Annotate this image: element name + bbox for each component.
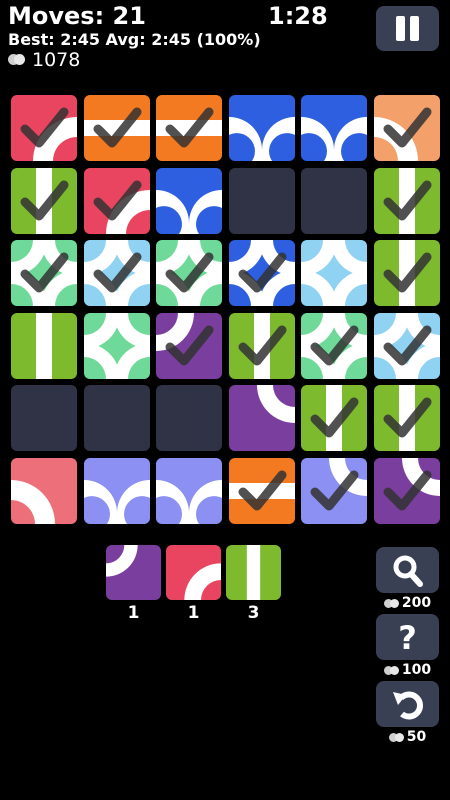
board-tile[interactable]: [373, 457, 440, 524]
best-time-stats: Best: 2:45 Avg: 2:45 (100%): [8, 30, 261, 49]
board-tile[interactable]: [11, 312, 77, 379]
board-tile[interactable]: [83, 167, 150, 234]
board-tile[interactable]: [156, 240, 222, 306]
empty-slot[interactable]: [11, 385, 77, 451]
board-tile[interactable]: [11, 240, 77, 306]
inventory-count: 1: [127, 603, 140, 623]
board-tile[interactable]: [156, 167, 222, 234]
coin-balance: 1078: [8, 49, 80, 71]
reveal-price: 100: [376, 662, 439, 678]
board-tile[interactable]: [373, 240, 440, 306]
coins-icon: [8, 53, 28, 67]
board-tile[interactable]: [228, 312, 295, 379]
board-tile[interactable]: [83, 312, 150, 379]
board-tile[interactable]: [228, 95, 295, 161]
empty-slot[interactable]: [83, 385, 150, 451]
coins-icon: [383, 665, 400, 676]
price-value: 200: [401, 595, 432, 611]
board-tile[interactable]: [228, 240, 295, 306]
price-value: 50: [406, 729, 427, 745]
hint-price: 200: [376, 595, 439, 611]
board-tile[interactable]: [83, 240, 150, 306]
pause-icon-bar: [410, 16, 419, 41]
undo-price: 50: [376, 729, 439, 745]
board-tile[interactable]: [156, 95, 222, 161]
moves-counter: Moves: 21: [8, 2, 146, 30]
board-tile[interactable]: [11, 95, 77, 161]
inventory-tile[interactable]: [106, 545, 161, 600]
pause-button[interactable]: [376, 6, 439, 51]
board-tile[interactable]: [301, 95, 367, 161]
board-tile[interactable]: [228, 457, 295, 524]
inventory-tile[interactable]: [166, 545, 221, 600]
reveal-button[interactable]: ?: [376, 614, 439, 660]
board-tile[interactable]: [11, 167, 77, 234]
coin-count: 1078: [32, 49, 81, 71]
board-tile[interactable]: [301, 457, 367, 524]
inventory-count: 3: [247, 603, 260, 623]
undo-button[interactable]: [376, 681, 439, 727]
empty-slot[interactable]: [301, 167, 367, 234]
board-tile[interactable]: [373, 167, 440, 234]
board-tile[interactable]: [373, 385, 440, 451]
board-tile[interactable]: [373, 312, 440, 379]
board-tile[interactable]: [373, 95, 440, 161]
pause-icon: [396, 16, 405, 41]
board-tile[interactable]: [83, 457, 150, 524]
board-tile[interactable]: [301, 240, 367, 306]
price-value: 100: [401, 662, 432, 678]
coins-icon: [383, 598, 400, 609]
svg-text:?: ?: [398, 619, 417, 657]
coins-icon: [388, 732, 405, 743]
board-tile[interactable]: [228, 385, 295, 451]
empty-slot[interactable]: [156, 385, 222, 451]
board-tile[interactable]: [83, 95, 150, 161]
board-tile[interactable]: [156, 312, 222, 379]
inventory-count: 1: [187, 603, 200, 623]
board-tile[interactable]: [11, 457, 77, 524]
empty-slot[interactable]: [228, 167, 295, 234]
board-tile[interactable]: [156, 457, 222, 524]
board-tile[interactable]: [301, 312, 367, 379]
inventory-tile[interactable]: [226, 545, 281, 600]
hint-button[interactable]: [376, 547, 439, 593]
board-tile[interactable]: [301, 385, 367, 451]
timer: 1:28: [268, 2, 328, 30]
